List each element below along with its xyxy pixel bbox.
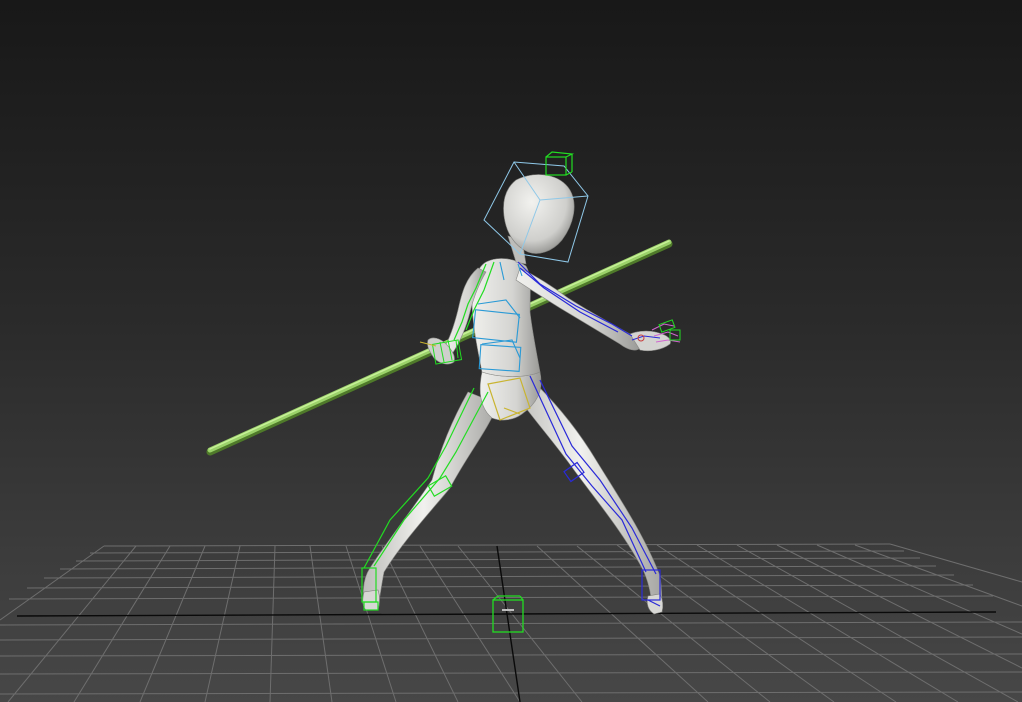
viewport-canvas[interactable] — [0, 0, 1022, 702]
left-leg — [363, 391, 499, 609]
right-leg — [513, 385, 663, 613]
3d-viewport[interactable] — [0, 0, 1022, 702]
ground-grid — [0, 543, 1022, 702]
character-mesh[interactable] — [362, 174, 671, 615]
head — [503, 174, 575, 254]
left-foot — [362, 589, 380, 611]
